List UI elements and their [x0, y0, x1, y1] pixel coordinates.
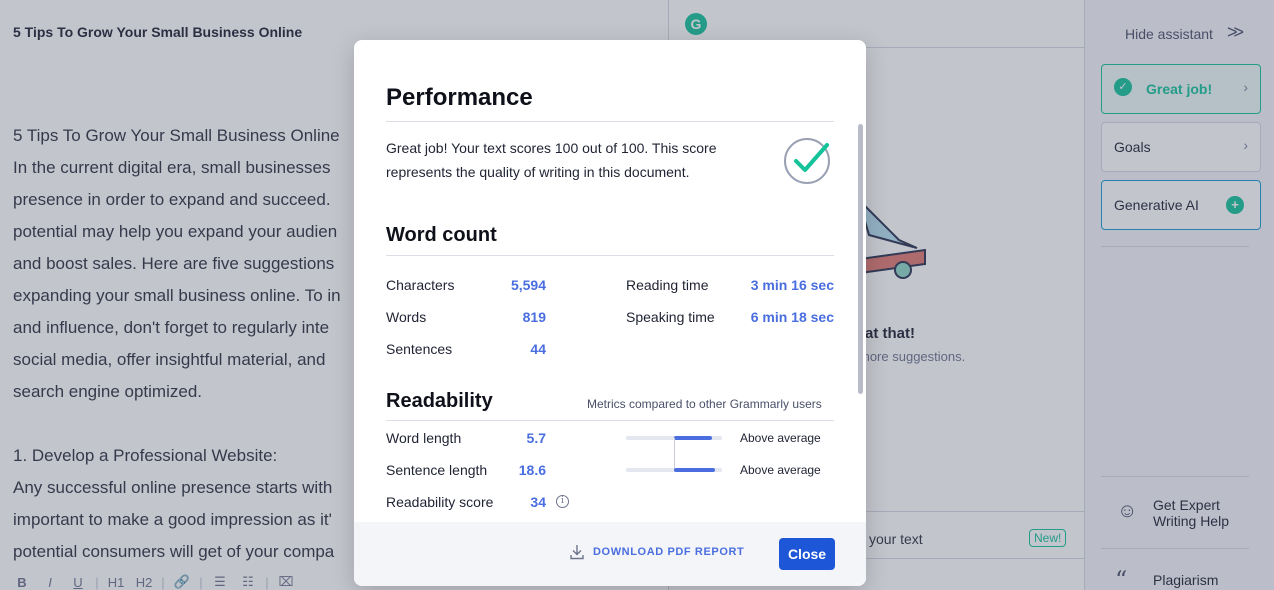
readability-score-value: 34: [530, 494, 546, 510]
score-description: Great job! Your text scores 100 out of 1…: [386, 140, 717, 180]
close-button[interactable]: Close: [779, 538, 835, 570]
divider: [386, 255, 834, 256]
dialog-scrollbar[interactable]: [858, 124, 863, 394]
reading-time-value: 3 min 16 sec: [750, 277, 834, 293]
readability-score-label: Readability score: [386, 494, 494, 510]
reading-time-label: Reading time: [626, 277, 709, 293]
download-pdf-report-button[interactable]: DOWNLOAD PDF REPORT: [569, 544, 744, 560]
download-icon: [570, 545, 584, 560]
metrics-comparison-note: Metrics compared to other Grammarly user…: [587, 397, 822, 411]
words-label: Words: [386, 309, 427, 325]
sentence-length-bar-fill: [674, 468, 715, 472]
sentences-value: 44: [530, 341, 546, 357]
dialog-footer: DOWNLOAD PDF REPORT Close: [354, 522, 866, 586]
word-length-rating: Above average: [740, 431, 821, 445]
info-icon[interactable]: i: [556, 495, 569, 508]
sentence-length-rating: Above average: [740, 463, 821, 477]
readability-title: Readability: [386, 390, 493, 412]
speaking-time-label: Speaking time: [626, 309, 715, 325]
performance-title: Performance: [386, 84, 533, 111]
word-length-value: 5.7: [526, 430, 546, 446]
speaking-time-value: 6 min 18 sec: [750, 309, 834, 325]
sentence-length-value: 18.6: [518, 462, 546, 478]
characters-value: 5,594: [510, 277, 546, 293]
download-pdf-report-label: DOWNLOAD PDF REPORT: [593, 546, 745, 558]
performance-dialog-body[interactable]: Performance Great job! Your text scores …: [354, 40, 866, 522]
sentences-label: Sentences: [386, 341, 453, 357]
divider: [386, 420, 834, 421]
sentence-length-label: Sentence length: [386, 462, 488, 478]
divider: [386, 121, 834, 122]
word-length-label: Word length: [386, 430, 462, 446]
words-value: 819: [522, 309, 546, 325]
word-count-title: Word count: [386, 224, 497, 246]
performance-dialog: Performance Great job! Your text scores …: [354, 40, 866, 586]
characters-label: Characters: [386, 277, 455, 293]
check-circle-icon: [784, 138, 830, 184]
average-marker: [674, 438, 675, 468]
word-length-bar-fill: [674, 436, 712, 440]
